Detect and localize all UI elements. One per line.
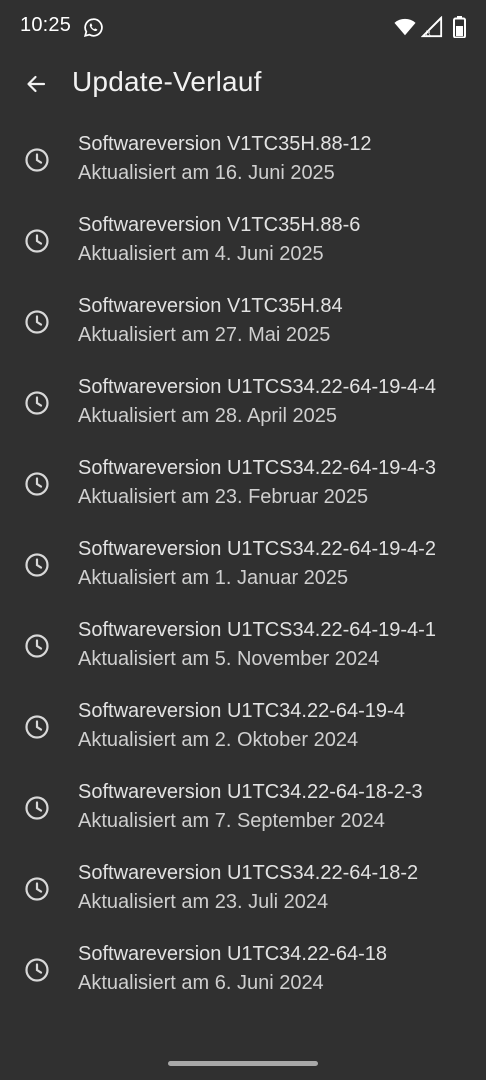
update-version: Softwareversion U1TCS34.22-64-19-4-2 — [78, 538, 436, 560]
status-bar: 10:25 R — [0, 0, 486, 56]
list-item[interactable]: Softwareversion V1TC35H.88-6 Aktualisier… — [0, 209, 486, 290]
wifi-icon — [394, 18, 416, 36]
clock-icon — [25, 877, 49, 901]
update-version: Softwareversion U1TC34.22-64-18 — [78, 943, 388, 965]
update-date: Aktualisiert am 16. Juni 2025 — [78, 162, 335, 184]
update-version: Softwareversion U1TCS34.22-64-19-4-3 — [78, 457, 436, 479]
gesture-nav-handle[interactable] — [168, 1061, 318, 1066]
update-date: Aktualisiert am 6. Juni 2024 — [78, 972, 324, 994]
svg-text:R: R — [426, 28, 431, 37]
update-version: Softwareversion V1TC35H.88-6 — [78, 214, 361, 236]
update-date: Aktualisiert am 4. Juni 2025 — [78, 243, 324, 265]
clock-icon — [25, 715, 49, 739]
list-item[interactable]: Softwareversion U1TCS34.22-64-19-4-2 Akt… — [0, 533, 486, 614]
update-date: Aktualisiert am 28. April 2025 — [78, 405, 338, 427]
update-date: Aktualisiert am 1. Januar 2025 — [78, 567, 349, 589]
signal-icon: R — [421, 16, 443, 37]
update-date: Aktualisiert am 5. November 2024 — [78, 648, 380, 670]
list-item[interactable]: Softwareversion U1TC34.22-64-19-4 Aktual… — [0, 695, 486, 776]
clock-icon — [25, 310, 49, 334]
update-version: Softwareversion V1TC35H.84 — [78, 295, 343, 317]
list-item[interactable]: Softwareversion U1TC34.22-64-18 Aktualis… — [0, 938, 486, 1019]
update-version: Softwareversion U1TCS34.22-64-19-4-1 — [78, 619, 436, 641]
back-button[interactable] — [16, 64, 56, 104]
app-bar: Update-Verlauf — [0, 56, 486, 116]
page-title: Update-Verlauf — [72, 66, 262, 97]
list-item[interactable]: Softwareversion U1TCS34.22-64-19-4-1 Akt… — [0, 614, 486, 695]
list-item[interactable]: Softwareversion V1TC35H.84 Aktualisiert … — [0, 290, 486, 371]
update-history-list: Softwareversion V1TC35H.88-12 Aktualisie… — [0, 128, 486, 1019]
clock-icon — [25, 472, 49, 496]
clock-icon — [25, 634, 49, 658]
list-item[interactable]: Softwareversion U1TC34.22-64-18-2-3 Aktu… — [0, 776, 486, 857]
clock-icon — [25, 229, 49, 253]
clock-icon — [25, 391, 49, 415]
update-date: Aktualisiert am 7. September 2024 — [78, 810, 385, 832]
update-date: Aktualisiert am 23. Juli 2024 — [78, 891, 329, 913]
update-version: Softwareversion U1TCS34.22-64-19-4-4 — [78, 376, 436, 398]
list-item[interactable]: Softwareversion U1TCS34.22-64-19-4-3 Akt… — [0, 452, 486, 533]
update-date: Aktualisiert am 27. Mai 2025 — [78, 324, 331, 346]
list-item[interactable]: Softwareversion U1TCS34.22-64-19-4-4 Akt… — [0, 371, 486, 452]
clock-icon — [25, 148, 49, 172]
update-version: Softwareversion U1TC34.22-64-18-2-3 — [78, 781, 423, 803]
clock-icon — [25, 796, 49, 820]
arrow-left-icon — [27, 75, 46, 93]
battery-icon — [453, 16, 466, 38]
list-item[interactable]: Softwareversion V1TC35H.88-12 Aktualisie… — [0, 128, 486, 209]
update-version: Softwareversion V1TC35H.88-12 — [78, 133, 372, 155]
status-time: 10:25 — [20, 14, 72, 36]
whatsapp-icon — [83, 18, 103, 38]
update-version: Softwareversion U1TCS34.22-64-18-2 — [78, 862, 419, 884]
clock-icon — [25, 958, 49, 982]
clock-icon — [25, 553, 49, 577]
update-date: Aktualisiert am 2. Oktober 2024 — [78, 729, 359, 751]
update-date: Aktualisiert am 23. Februar 2025 — [78, 486, 369, 508]
update-version: Softwareversion U1TC34.22-64-19-4 — [78, 700, 405, 722]
list-item[interactable]: Softwareversion U1TCS34.22-64-18-2 Aktua… — [0, 857, 486, 938]
